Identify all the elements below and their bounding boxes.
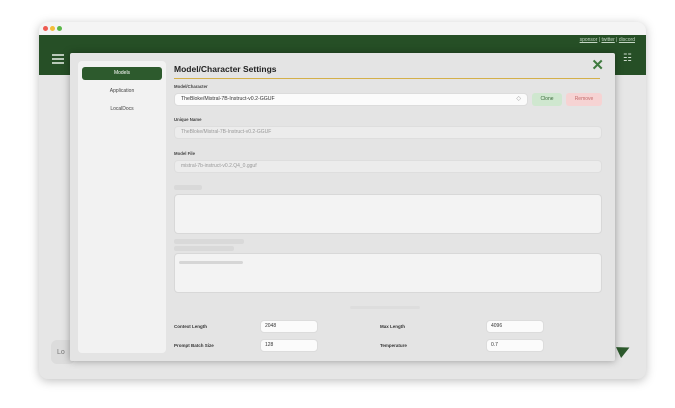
window-titlebar [39,22,646,35]
top-links: sponsor | twitter | discord [579,37,635,43]
settings-dialog: Models Application LocalDocs Model/Chara… [70,53,615,361]
close-window-icon[interactable] [43,26,48,31]
max-length-input[interactable]: 4096 [486,320,544,333]
blurred-label [174,239,244,244]
model-character-value: TheBloke/Mistral-7B-Instruct-v0.2-GGUF [181,96,275,102]
dialog-title: Model/Character Settings [174,64,277,74]
blurred-label [174,185,202,190]
sidebar-item-localdocs[interactable]: LocalDocs [82,103,162,116]
context-length-label: Context Length [174,324,207,329]
menu-icon[interactable] [52,54,64,64]
model-character-select[interactable]: TheBloke/Mistral-7B-Instruct-v0.2-GGUF ◇ [174,93,528,106]
sidebar-item-models[interactable]: Models [82,67,162,80]
title-divider [174,78,600,79]
maximize-window-icon[interactable] [57,26,62,31]
sidebar-item-application[interactable]: Application [82,85,162,98]
chevron-updown-icon: ◇ [516,96,521,102]
system-prompt-textarea[interactable] [174,194,602,234]
context-length-input[interactable]: 2048 [260,320,318,333]
unique-name-field[interactable]: TheBloke/Mistral-7B-Instruct-v0.2-GGUF [174,126,602,139]
minimize-window-icon[interactable] [50,26,55,31]
settings-content: Model/Character Settings ✕ Model/Charact… [174,58,604,353]
close-icon[interactable]: ✕ [591,58,604,73]
sponsor-link[interactable]: sponsor [580,37,598,43]
clone-button[interactable]: Clone [532,93,562,106]
network-icon[interactable]: ☷ [623,53,632,64]
model-file-label: Model File [174,151,196,156]
blurred-text [179,261,243,264]
prompt-batch-size-input[interactable]: 128 [260,339,318,352]
prompt-template-textarea[interactable] [174,253,602,293]
temperature-label: Temperature [380,343,407,348]
twitter-link[interactable]: twitter [601,37,614,43]
send-icon[interactable] [616,342,632,358]
divider [350,306,420,309]
unique-name-label: Unique Name [174,117,202,122]
settings-sidebar: Models Application LocalDocs [78,61,166,353]
max-length-label: Max Length [380,324,406,329]
blurred-label [174,246,234,251]
remove-button[interactable]: Remove [566,93,602,106]
prompt-batch-size-label: Prompt Batch Size [174,343,214,348]
discord-link[interactable]: discord [619,37,635,43]
model-character-label: Model/Character [174,84,208,89]
temperature-input[interactable]: 0.7 [486,339,544,352]
model-file-field: mistral-7b-instruct-v0.2.Q4_0.gguf [174,160,602,173]
